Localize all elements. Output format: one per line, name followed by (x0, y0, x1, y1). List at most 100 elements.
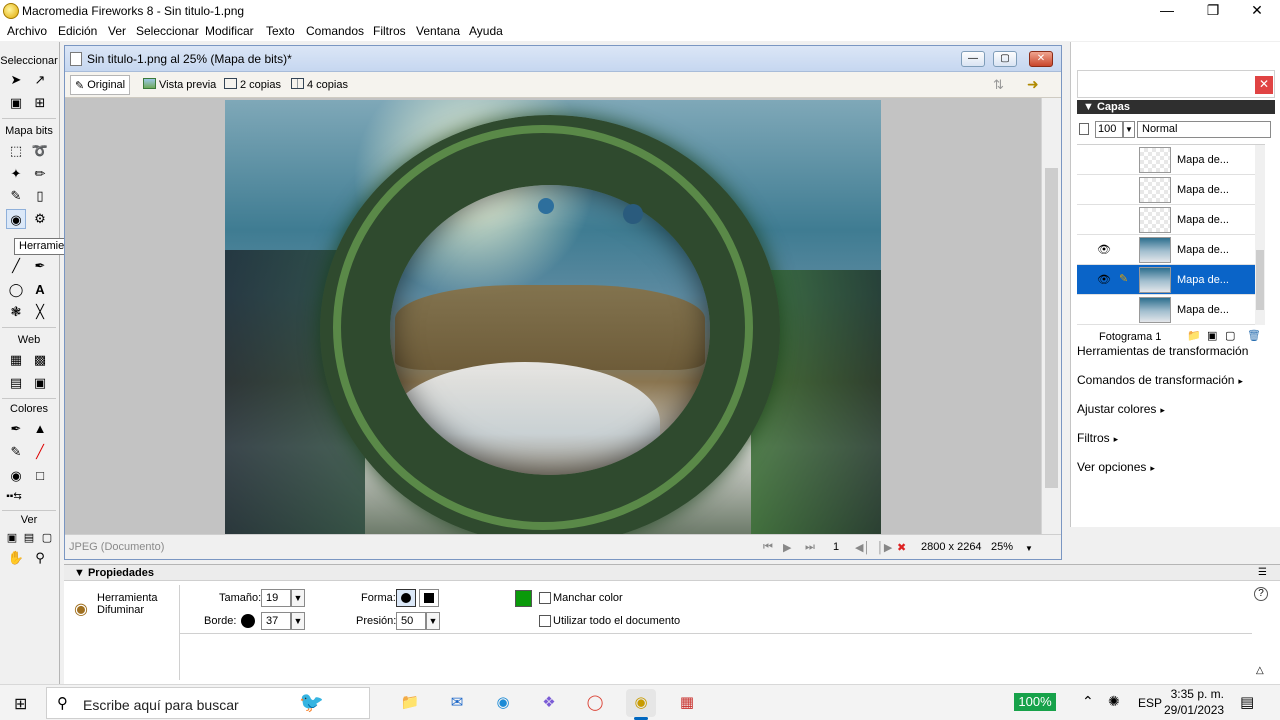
smudge-color-checkbox[interactable] (539, 592, 551, 604)
scale-tool-icon[interactable]: ▣ (6, 93, 26, 113)
eraser-tool-icon[interactable]: ▯ (30, 186, 50, 206)
clock-time[interactable]: 3:35 p. m. (1164, 687, 1224, 701)
fireworks-taskbar-icon[interactable]: ◉ (626, 689, 656, 720)
pointer-tool-icon[interactable]: ➤ (6, 70, 26, 90)
blur-tool-icon[interactable]: ◉ (6, 209, 26, 229)
tab-original[interactable]: ✎ Original (70, 75, 131, 95)
new-folder-icon[interactable]: 📁 (1187, 329, 1201, 342)
restore-button[interactable]: ❐ (1190, 0, 1236, 22)
search-box[interactable]: ⚲ Escribe aquí para buscar 🐦 (46, 687, 370, 719)
panel-close-button[interactable]: ✕ (1255, 76, 1273, 94)
panel-options-icon[interactable]: ☰ (1258, 567, 1267, 578)
layer-row-selected[interactable]: 👁 ✎ Mapa de... (1077, 265, 1257, 295)
square-shape-button[interactable] (419, 589, 439, 607)
layer-row[interactable]: Mapa de... (1077, 205, 1257, 235)
fill-swatch-icon[interactable]: □ (30, 466, 50, 486)
close-button[interactable]: ✕ (1234, 0, 1280, 22)
tab-4-up[interactable]: 4 copias (287, 75, 352, 95)
stop-icon[interactable]: ✖ (897, 541, 906, 554)
default-colors-icon[interactable]: ▪▪⇆ (4, 487, 24, 507)
use-entire-doc-checkbox[interactable] (539, 615, 551, 627)
layers-panel-header[interactable]: ▼ Capas (1077, 100, 1275, 114)
brush-tool-icon[interactable]: ✏ (30, 164, 50, 184)
zoom-dropdown-icon[interactable]: ▼ (1025, 544, 1033, 553)
minimize-button[interactable]: — (1144, 0, 1190, 22)
subselect-tool-icon[interactable]: ↗ (30, 70, 50, 90)
eyedropper-tool-icon[interactable]: ✒ (6, 419, 26, 439)
crop-tool-icon[interactable]: ⊞ (30, 93, 50, 113)
pen-tool-icon[interactable]: ✒ (30, 256, 50, 276)
eye-icon[interactable]: 👁 (1097, 243, 1111, 256)
line-tool-icon[interactable]: ╱ (6, 256, 26, 276)
edge-dropdown-icon[interactable]: ▼ (291, 612, 305, 630)
menu-filtros[interactable]: Filtros (373, 24, 406, 38)
stroke-color-icon[interactable]: ✎ (6, 442, 26, 462)
optimize-icon[interactable]: ⇅ (993, 77, 1004, 93)
full-screen-menus-icon[interactable]: ▤ (19, 528, 39, 548)
menu-seleccionar[interactable]: Seleccionar (136, 24, 199, 38)
transform-tools-link[interactable]: Herramientas de transformación (1077, 344, 1248, 358)
text-tool-icon[interactable]: A (30, 280, 50, 300)
menu-comandos[interactable]: Comandos (306, 24, 364, 38)
first-frame-icon[interactable]: ⏮ (763, 541, 773, 554)
layer-opacity-field[interactable]: 100 (1095, 121, 1123, 138)
ellipse-tool-icon[interactable]: ◯ (6, 280, 26, 300)
marquee-tool-icon[interactable]: ⬚ (6, 141, 26, 161)
freeform-tool-icon[interactable]: ❃ (6, 302, 26, 322)
layers-scrollbar[interactable] (1255, 145, 1265, 325)
blend-mode-select[interactable]: Normal (1137, 121, 1271, 138)
layer-row[interactable]: 👁 Mapa de... (1077, 235, 1257, 265)
language-indicator[interactable]: ESP (1138, 696, 1162, 710)
hotspot-tool-icon[interactable]: ▦ (6, 350, 26, 370)
export-icon[interactable]: ➜ (1027, 76, 1039, 93)
show-hotspots-icon[interactable]: ▣ (30, 373, 50, 393)
opacity-dropdown-icon[interactable]: ▼ (1123, 121, 1135, 138)
file-explorer-icon[interactable]: 📁 (395, 689, 425, 717)
zoom-tool-icon[interactable]: ⚲ (30, 548, 50, 568)
hide-hotspots-icon[interactable]: ▤ (6, 373, 26, 393)
layer-row[interactable]: Mapa de... (1077, 295, 1257, 325)
tab-preview[interactable]: Vista previa (139, 75, 220, 95)
doc-maximize-button[interactable]: ▢ (993, 51, 1017, 67)
paint-bucket-tool-icon[interactable]: ▲ (30, 419, 50, 439)
prev-frame-icon[interactable]: ◀│ (855, 541, 870, 554)
transform-commands-link[interactable]: Comandos de transformación ▸ (1077, 373, 1243, 387)
rubber-stamp-tool-icon[interactable]: ⚙ (30, 209, 50, 229)
edge-field[interactable]: 37 (261, 612, 291, 630)
slice-tool-icon[interactable]: ▩ (30, 350, 50, 370)
pencil-tool-icon[interactable]: ✎ (6, 186, 26, 206)
vertical-scrollbar[interactable] (1041, 98, 1061, 534)
frame-label[interactable]: Fotograma 1 (1099, 331, 1161, 343)
menu-ventana[interactable]: Ventana (416, 24, 460, 38)
full-screen-icon[interactable]: ▢ (37, 528, 57, 548)
edge-browser-icon[interactable]: ◉ (488, 689, 518, 717)
app-red-icon[interactable]: ▦ (672, 689, 702, 717)
knife-tool-icon[interactable]: ╳ (30, 302, 50, 322)
menu-archivo[interactable]: Archivo (7, 24, 47, 38)
mail-icon[interactable]: ✉ (442, 689, 472, 717)
lasso-tool-icon[interactable]: ➰ (30, 141, 50, 161)
menu-texto[interactable]: Texto (266, 24, 295, 38)
trash-icon[interactable]: 🗑 (1247, 329, 1261, 342)
no-stroke-swatch-icon[interactable]: ╱ (30, 442, 50, 462)
fill-color-icon[interactable]: ◉ (6, 466, 26, 486)
last-frame-icon[interactable]: ⏭ (805, 541, 815, 554)
doc-minimize-button[interactable]: — (961, 51, 985, 67)
magic-wand-tool-icon[interactable]: ✦ (6, 164, 26, 184)
filters-link[interactable]: Filtros ▸ (1077, 431, 1118, 445)
smudge-color-swatch[interactable] (515, 590, 532, 607)
notifications-icon[interactable]: ▤ (1240, 693, 1254, 711)
canvas-image[interactable] (225, 100, 881, 534)
collapse-icon[interactable]: △ (1256, 665, 1264, 676)
copilot-icon[interactable]: ❖ (534, 689, 564, 717)
tab-2-up[interactable]: 2 copias (220, 75, 285, 95)
pressure-dropdown-icon[interactable]: ▼ (426, 612, 440, 630)
add-mask-icon[interactable]: ▣ (1207, 329, 1217, 342)
canvas-area[interactable] (65, 98, 1041, 534)
zoom-level[interactable]: 25% (991, 541, 1013, 553)
new-bitmap-icon[interactable]: ▢ (1225, 329, 1235, 342)
menu-edicion[interactable]: Edición (58, 24, 97, 38)
round-shape-button[interactable] (396, 589, 416, 607)
show-hidden-icons-icon[interactable]: ⌃ (1082, 693, 1094, 710)
clock-date[interactable]: 29/01/2023 (1164, 703, 1224, 717)
